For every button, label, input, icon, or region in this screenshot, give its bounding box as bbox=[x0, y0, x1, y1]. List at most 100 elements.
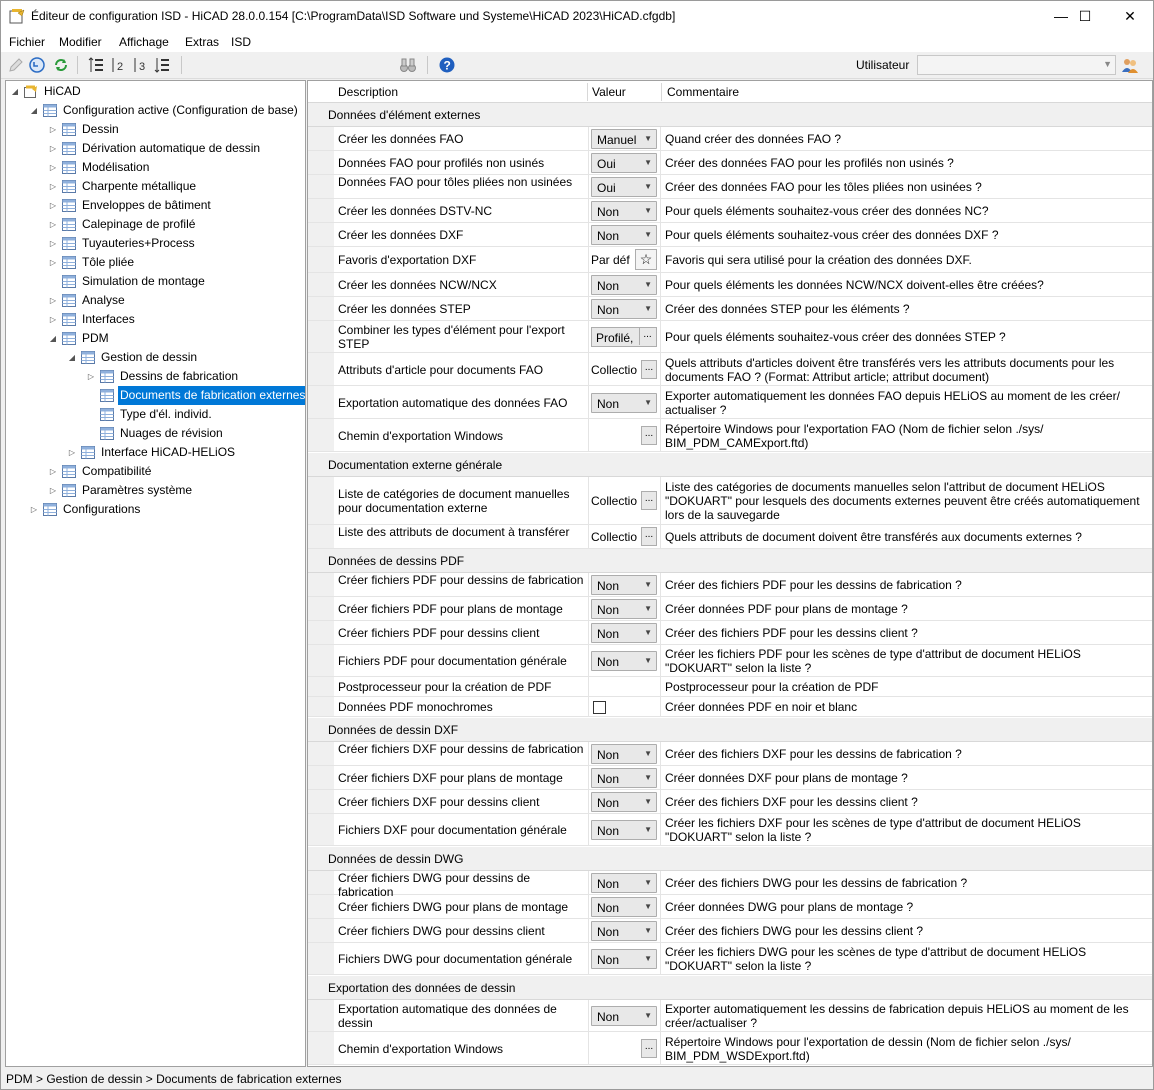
property-row[interactable]: Créer fichiers DWG pour plans de montage… bbox=[308, 895, 1152, 919]
sort-1-icon[interactable] bbox=[87, 56, 105, 74]
expand-icon[interactable]: ▷ bbox=[67, 443, 77, 462]
property-row[interactable]: Données FAO pour profilés non usinés Oui ▼… bbox=[308, 151, 1152, 175]
pencil-icon[interactable] bbox=[7, 56, 25, 74]
property-row[interactable]: Exportation automatique des données de d… bbox=[308, 1000, 1152, 1032]
expand-icon[interactable]: ▷ bbox=[48, 120, 58, 139]
expand-icon[interactable]: ▷ bbox=[29, 500, 39, 519]
expand-icon[interactable]: ▷ bbox=[48, 158, 58, 177]
menu-fichier[interactable]: Fichier bbox=[9, 35, 45, 49]
property-row[interactable]: Créer fichiers PDF pour dessins client No… bbox=[308, 621, 1152, 645]
sort-4-icon[interactable] bbox=[153, 56, 171, 74]
value-combo[interactable]: Non ▼ bbox=[591, 393, 657, 413]
property-row[interactable]: Fichiers DXF pour documentation générale… bbox=[308, 814, 1152, 846]
undo-icon[interactable] bbox=[28, 56, 46, 74]
property-row[interactable]: Créer les données DSTV-NC Non ▼ Pour quels … bbox=[308, 199, 1152, 223]
collapse-icon[interactable]: ◢ bbox=[48, 329, 58, 348]
expand-icon[interactable]: ▷ bbox=[86, 367, 96, 386]
property-row[interactable]: Créer fichiers PDF pour plans de montage… bbox=[308, 597, 1152, 621]
tree-node[interactable]: Documents de fabrication externes bbox=[6, 386, 305, 405]
property-row[interactable]: Créer fichiers PDF pour dessins de fabri… bbox=[308, 573, 1152, 597]
tree-node[interactable]: ◢ Configuration active (Configuration de … bbox=[6, 101, 305, 120]
value-combo[interactable]: Non ▼ bbox=[591, 623, 657, 643]
star-icon[interactable]: ☆ bbox=[635, 249, 657, 270]
property-row[interactable]: Chemin d'exportation Windows... Répertoir… bbox=[308, 419, 1152, 452]
value-combo[interactable]: Non ▼ bbox=[591, 897, 657, 917]
tree-node[interactable]: ▷ Compatibilité bbox=[6, 462, 305, 481]
close-button[interactable]: ✕ bbox=[1107, 1, 1153, 32]
users-icon[interactable] bbox=[1121, 56, 1139, 74]
value-combo[interactable]: Oui ▼ bbox=[591, 177, 657, 197]
refresh-icon[interactable] bbox=[52, 56, 70, 74]
sort-3-icon[interactable]: 3 bbox=[131, 56, 149, 74]
expand-icon[interactable]: ▷ bbox=[48, 196, 58, 215]
expand-icon[interactable]: ▷ bbox=[48, 234, 58, 253]
tree-node[interactable]: ▷ Tôle pliée bbox=[6, 253, 305, 272]
browse-button[interactable]: ... bbox=[641, 1039, 657, 1058]
value-combo[interactable]: Non ▼ bbox=[591, 792, 657, 812]
value-combo[interactable]: Non ▼ bbox=[591, 744, 657, 764]
tree-node[interactable]: ◢ Gestion de dessin bbox=[6, 348, 305, 367]
property-row[interactable]: Données FAO pour tôles pliées non usinée… bbox=[308, 175, 1152, 199]
tree-node[interactable]: ▷ Calepinage de profilé bbox=[6, 215, 305, 234]
tree-node[interactable]: Type d'él. individ. bbox=[6, 405, 305, 424]
collapse-icon[interactable]: ◢ bbox=[29, 101, 39, 120]
maximize-button[interactable]: ☐ bbox=[1062, 1, 1108, 32]
header-description[interactable]: Description bbox=[338, 85, 398, 99]
property-row[interactable]: Postprocesseur pour la création de PDF Po… bbox=[308, 677, 1152, 697]
expand-icon[interactable]: ▷ bbox=[48, 215, 58, 234]
tree-node[interactable]: ▷ Dessin bbox=[6, 120, 305, 139]
tree-node[interactable]: ◢ HiCAD bbox=[6, 82, 305, 101]
property-row[interactable]: Fichiers PDF pour documentation générale… bbox=[308, 645, 1152, 677]
tree-node[interactable]: ▷ Dérivation automatique de dessin bbox=[6, 139, 305, 158]
browse-button[interactable]: ... bbox=[641, 527, 657, 546]
help-icon[interactable]: ? bbox=[438, 56, 456, 74]
user-combo[interactable]: ▼ bbox=[917, 55, 1116, 75]
tree-node[interactable]: ▷ Tuyauteries+Process bbox=[6, 234, 305, 253]
value-combo[interactable]: Non ▼ bbox=[591, 599, 657, 619]
menu-modifier[interactable]: Modifier bbox=[59, 35, 102, 49]
tree-node[interactable]: ◢ PDM bbox=[6, 329, 305, 348]
collapse-icon[interactable]: ◢ bbox=[10, 82, 20, 101]
property-row[interactable]: Créer les données STEP Non ▼ Créer des donn… bbox=[308, 297, 1152, 321]
browse-button[interactable]: ... bbox=[641, 426, 657, 445]
tree-node[interactable]: ▷ Configurations bbox=[6, 500, 305, 519]
value-combo[interactable]: Non ▼ bbox=[591, 201, 657, 221]
menu-extras[interactable]: Extras bbox=[185, 35, 219, 49]
header-value[interactable]: Valeur bbox=[592, 85, 626, 99]
expand-icon[interactable]: ▷ bbox=[48, 139, 58, 158]
property-row[interactable]: Créer fichiers DXF pour dessins de fabri… bbox=[308, 742, 1152, 766]
value-combo[interactable]: Non ▼ bbox=[591, 299, 657, 319]
value-combo[interactable]: Oui ▼ bbox=[591, 153, 657, 173]
property-row[interactable]: Liste des attributs de document à transf… bbox=[308, 525, 1152, 549]
expand-icon[interactable]: ▷ bbox=[48, 481, 58, 500]
expand-icon[interactable]: ▷ bbox=[48, 177, 58, 196]
menu-isd[interactable]: ISD bbox=[231, 35, 251, 49]
value-combo[interactable]: Non ▼ bbox=[591, 225, 657, 245]
header-comment[interactable]: Commentaire bbox=[667, 85, 739, 99]
tree-node[interactable]: ▷ Interfaces bbox=[6, 310, 305, 329]
tree-node[interactable]: ▷ Paramètres système bbox=[6, 481, 305, 500]
property-row[interactable]: Attributs d'article pour documents FAO Co… bbox=[308, 353, 1152, 386]
property-row[interactable]: Créer fichiers DXF pour dessins client No… bbox=[308, 790, 1152, 814]
property-row[interactable]: Créer les données FAO Manuel ▼ Quand créer … bbox=[308, 127, 1152, 151]
value-combo[interactable]: Non ▼ bbox=[591, 575, 657, 595]
property-row[interactable]: Favoris d'exportation DXF Par déf ☆ Favoris… bbox=[308, 247, 1152, 273]
expand-icon[interactable]: ▷ bbox=[48, 462, 58, 481]
property-row[interactable]: Fichiers DWG pour documentation générale… bbox=[308, 943, 1152, 975]
property-row[interactable]: Données PDF monochromes Créer données PDF… bbox=[308, 697, 1152, 717]
tree-node[interactable]: Simulation de montage bbox=[6, 272, 305, 291]
tree-node[interactable]: ▷ Enveloppes de bâtiment bbox=[6, 196, 305, 215]
tree-node[interactable]: ▷ Modélisation bbox=[6, 158, 305, 177]
tree-node[interactable]: ▷ Charpente métallique bbox=[6, 177, 305, 196]
property-row[interactable]: Chemin d'exportation Windows... Répertoir… bbox=[308, 1032, 1152, 1065]
expand-icon[interactable]: ▷ bbox=[48, 253, 58, 272]
value-combo[interactable]: Non ▼ bbox=[591, 768, 657, 788]
value-combo[interactable]: Manuel ▼ bbox=[591, 129, 657, 149]
value-combo[interactable]: Non ▼ bbox=[591, 1006, 657, 1026]
tree-node[interactable]: ▷ Analyse bbox=[6, 291, 305, 310]
browse-button[interactable]: ... bbox=[641, 491, 657, 510]
expand-icon[interactable]: ▷ bbox=[48, 310, 58, 329]
navigation-tree[interactable]: ◢ HiCAD ◢ Configuration active (Configurati… bbox=[5, 80, 306, 1067]
value-combo[interactable]: Non ▼ bbox=[591, 949, 657, 969]
property-row[interactable]: Liste de catégories de document manuelle… bbox=[308, 477, 1152, 525]
